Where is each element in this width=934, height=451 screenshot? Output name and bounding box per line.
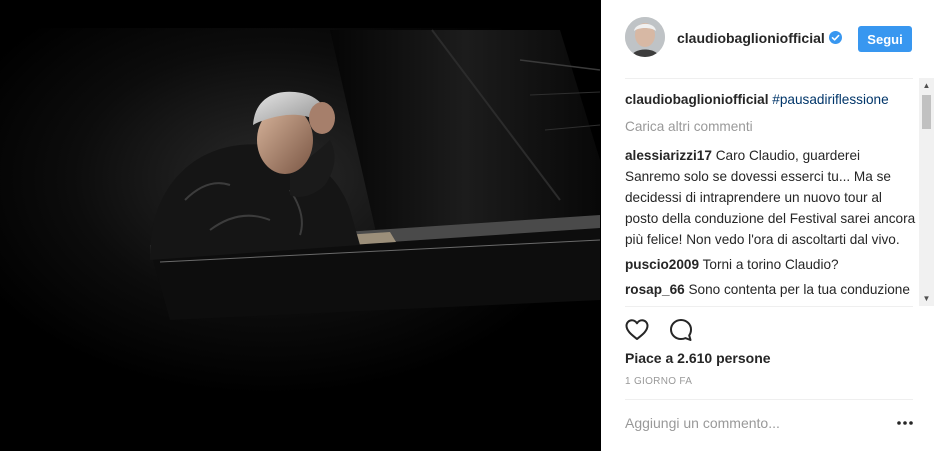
heart-icon[interactable] bbox=[623, 316, 651, 344]
comment-username[interactable]: puscio2009 bbox=[625, 257, 699, 272]
follow-button[interactable]: Segui bbox=[858, 26, 912, 52]
caption: claudiobaglioniofficial #pausadiriflessi… bbox=[625, 89, 917, 110]
add-comment-input[interactable] bbox=[625, 412, 865, 434]
comment-item: alessiarizzi17 Caro Claudio, guarderei S… bbox=[625, 145, 917, 250]
verified-badge-icon bbox=[828, 31, 842, 44]
hashtag-link[interactable]: #pausadiriflessione bbox=[772, 92, 888, 107]
username-link[interactable]: claudiobaglioniofficial bbox=[677, 30, 842, 46]
more-options-icon[interactable] bbox=[895, 413, 915, 433]
scroll-down-arrow-icon[interactable]: ▼ bbox=[919, 291, 934, 306]
username-text: claudiobaglioniofficial bbox=[677, 30, 825, 46]
divider bbox=[625, 399, 913, 400]
post-actions bbox=[623, 316, 707, 344]
comment-item: rosap_66 Sono contenta per la tua conduz… bbox=[625, 279, 917, 303]
comment-username[interactable]: alessiarizzi17 bbox=[625, 148, 712, 163]
likes-count[interactable]: Piace a 2.610 persone bbox=[625, 350, 771, 366]
post-sidebar: claudiobaglioniofficial Segui claudiobag… bbox=[601, 0, 934, 451]
post-photo[interactable] bbox=[0, 0, 601, 451]
comment-username[interactable]: rosap_66 bbox=[625, 282, 685, 297]
scroll-up-arrow-icon[interactable]: ▲ bbox=[919, 78, 934, 93]
comment-item: puscio2009 Torni a torino Claudio? bbox=[625, 254, 917, 275]
comment-text: Torni a torino Claudio? bbox=[702, 257, 839, 272]
avatar[interactable] bbox=[625, 17, 665, 57]
scrollbar-thumb[interactable] bbox=[922, 95, 931, 129]
post-timestamp[interactable]: 1 GIORNO FA bbox=[625, 376, 692, 387]
caption-username[interactable]: claudiobaglioniofficial bbox=[625, 92, 769, 107]
comment-bubble-icon[interactable] bbox=[667, 316, 695, 344]
comments-list[interactable]: claudiobaglioniofficial #pausadiriflessi… bbox=[625, 89, 917, 303]
post-header: claudiobaglioniofficial Segui bbox=[601, 0, 934, 78]
comments-scrollbar[interactable]: ▲ ▼ bbox=[919, 78, 934, 306]
divider bbox=[625, 78, 913, 79]
load-more-comments-link[interactable]: Carica altri commenti bbox=[625, 116, 917, 137]
photo-illustration bbox=[0, 28, 601, 451]
divider bbox=[625, 306, 913, 307]
